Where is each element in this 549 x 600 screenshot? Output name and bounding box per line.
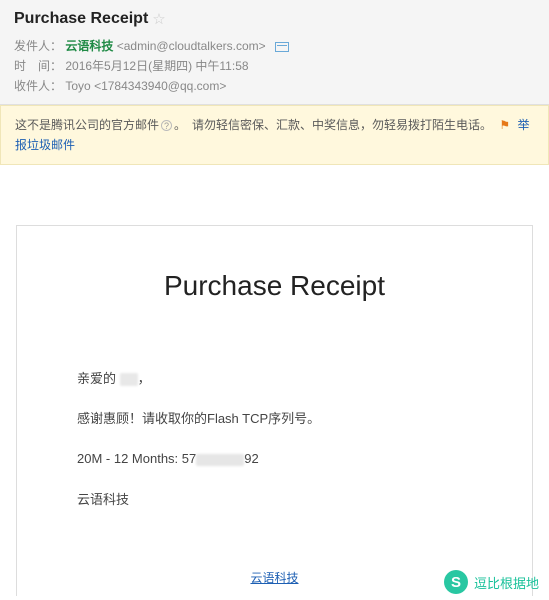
footer-link-row: 云语科技 <box>77 569 472 586</box>
email-body: Purchase Receipt 亲爱的 ， 感谢惠顾！请收取你的Flash T… <box>16 225 533 596</box>
email-header: Purchase Receipt ☆ 发件人： 云语科技 <admin@clou… <box>0 0 549 105</box>
help-icon[interactable]: ? <box>161 120 172 131</box>
from-name[interactable]: 云语科技 <box>65 39 113 53</box>
email-subject: Purchase Receipt <box>14 10 148 28</box>
watermark-badge: S 逗比根据地 <box>444 570 539 594</box>
redacted-name <box>120 373 138 386</box>
star-icon[interactable]: ☆ <box>152 10 165 28</box>
date-label: 时 间： <box>14 59 62 73</box>
warning-banner: 这不是腾讯公司的官方邮件?。 请勿轻信密保、汇款、中奖信息，勿轻易拨打陌生电话。… <box>0 105 549 165</box>
redacted-serial <box>196 454 244 466</box>
receipt-title: Purchase Receipt <box>77 270 472 302</box>
warning-text-b: 。 请勿轻信密保、汇款、中奖信息，勿轻易拨打陌生电话。 <box>174 118 492 132</box>
from-label: 发件人： <box>14 39 62 53</box>
signature: 云语科技 <box>77 491 472 509</box>
to-name: Toyo <box>65 79 90 93</box>
to-row: 收件人： Toyo <1784343940@qq.com> <box>14 76 535 96</box>
footer-company-link[interactable]: 云语科技 <box>250 571 298 585</box>
greeting: 亲爱的 ， <box>77 370 472 388</box>
thanks-line: 感谢惠顾！请收取你的Flash TCP序列号。 <box>77 410 472 428</box>
serial-suffix: 92 <box>244 451 258 466</box>
to-address: <1784343940@qq.com> <box>94 79 226 93</box>
watermark-icon: S <box>444 570 468 594</box>
email-body-area: Purchase Receipt 亲爱的 ， 感谢惠顾！请收取你的Flash T… <box>0 165 549 596</box>
to-label: 收件人： <box>14 79 62 93</box>
from-address: <admin@cloudtalkers.com> <box>117 39 266 53</box>
serial-prefix: 20M - 12 Months: 57 <box>77 451 196 466</box>
date-row: 时 间： 2016年5月12日(星期四) 中午11:58 <box>14 56 535 76</box>
serial-line: 20M - 12 Months: 57 92 <box>77 450 472 468</box>
greeting-prefix: 亲爱的 <box>77 371 120 386</box>
contact-card-icon[interactable] <box>275 42 289 52</box>
from-row: 发件人： 云语科技 <admin@cloudtalkers.com> <box>14 36 535 56</box>
flag-icon: ⚑ <box>499 118 510 132</box>
warning-text-a: 这不是腾讯公司的官方邮件 <box>15 118 159 132</box>
date-value: 2016年5月12日(星期四) 中午11:58 <box>65 59 248 73</box>
greeting-suffix: ， <box>138 371 151 386</box>
subject-row: Purchase Receipt ☆ <box>14 10 535 28</box>
watermark-text: 逗比根据地 <box>474 573 539 592</box>
